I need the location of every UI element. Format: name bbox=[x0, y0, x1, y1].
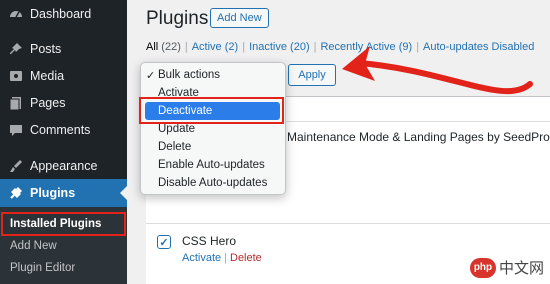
option-enable-auto-updates[interactable]: Enable Auto-updates bbox=[141, 156, 285, 174]
installed-plugins-highlight bbox=[1, 212, 126, 236]
plugin-checkbox-css-hero[interactable]: ✓ bbox=[157, 235, 171, 249]
submenu-add-new[interactable]: Add New bbox=[10, 240, 57, 252]
sidebar-item-appearance[interactable]: Appearance bbox=[0, 152, 127, 180]
media-icon bbox=[7, 67, 25, 85]
option-delete[interactable]: Delete bbox=[141, 138, 285, 156]
sidebar-item-label: Media bbox=[30, 69, 65, 83]
filter-inactive[interactable]: Inactive (20) bbox=[249, 41, 310, 53]
plugin-name-css-hero: CSS Hero bbox=[182, 234, 237, 248]
sidebar-item-label: Posts bbox=[30, 42, 62, 56]
apply-button[interactable]: Apply bbox=[288, 64, 336, 86]
sidebar-item-dashboard[interactable]: Dashboard bbox=[0, 0, 127, 28]
brush-icon bbox=[7, 157, 25, 175]
option-disable-auto-updates[interactable]: Disable Auto-updates bbox=[141, 174, 285, 192]
filter-separator: | bbox=[242, 41, 246, 53]
plug-icon bbox=[7, 184, 25, 202]
sidebar-item-label: Plugins bbox=[30, 186, 76, 200]
row-divider bbox=[146, 223, 550, 224]
submenu-plugin-editor[interactable]: Plugin Editor bbox=[10, 262, 75, 274]
active-menu-arrow bbox=[120, 186, 127, 200]
option-bulk-actions[interactable]: ✓ Bulk actions bbox=[141, 66, 285, 84]
red-arrow-annotation bbox=[342, 46, 533, 95]
filter-active[interactable]: Active (2) bbox=[192, 41, 238, 53]
action-separator: | bbox=[224, 252, 227, 264]
comment-icon bbox=[7, 121, 25, 139]
sidebar-item-pages[interactable]: Pages bbox=[0, 89, 127, 117]
sidebar-item-plugins[interactable]: Plugins bbox=[0, 179, 127, 207]
admin-sidebar: Dashboard Posts Media Pages Comments App… bbox=[0, 0, 127, 284]
row-actions: Activate | Delete bbox=[182, 252, 262, 264]
delete-link[interactable]: Delete bbox=[230, 252, 262, 264]
checkmark-icon: ✓ bbox=[146, 69, 156, 82]
activate-link[interactable]: Activate bbox=[182, 252, 221, 264]
bulk-actions-dropdown: ✓ Bulk actions Activate Deactivate Updat… bbox=[140, 62, 286, 195]
pin-icon bbox=[7, 40, 25, 58]
page-title: Plugins bbox=[146, 8, 209, 29]
filter-separator: | bbox=[313, 41, 317, 53]
checkmark-icon: ✓ bbox=[159, 236, 169, 249]
watermark: php 中文网 bbox=[469, 257, 544, 278]
add-new-button[interactable]: Add New bbox=[210, 8, 269, 28]
deactivate-highlight bbox=[139, 97, 284, 124]
plugin-name-seedprod: Maintenance Mode & Landing Pages by Seed… bbox=[287, 130, 550, 144]
sidebar-item-posts[interactable]: Posts bbox=[0, 35, 127, 63]
pages-icon bbox=[7, 94, 25, 112]
watermark-text: 中文网 bbox=[498, 259, 544, 277]
sidebar-item-label: Pages bbox=[30, 96, 66, 110]
sidebar-item-label: Comments bbox=[30, 123, 91, 137]
sidebar-item-label: Appearance bbox=[30, 159, 98, 173]
sidebar-item-media[interactable]: Media bbox=[0, 62, 127, 90]
sidebar-item-label: Dashboard bbox=[30, 7, 92, 21]
dashboard-icon bbox=[7, 5, 25, 23]
filter-all[interactable]: All (22) bbox=[146, 41, 181, 53]
filter-separator: | bbox=[184, 41, 188, 53]
watermark-logo: php bbox=[469, 257, 496, 278]
sidebar-item-comments[interactable]: Comments bbox=[0, 116, 127, 144]
